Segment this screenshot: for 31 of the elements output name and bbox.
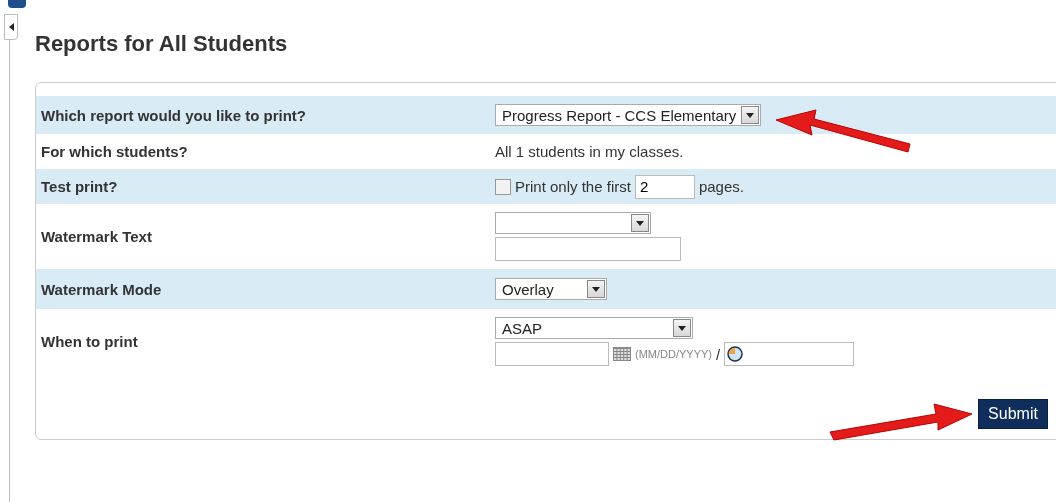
dropdown[interactable]: Overlay: [495, 278, 607, 300]
caret-icon: [678, 325, 686, 331]
watermark-input[interactable]: [495, 237, 681, 261]
tab-marker: [8, 0, 26, 8]
pages-label: pages.: [698, 178, 744, 195]
collapse-icon: [8, 23, 14, 31]
caret-icon: [746, 112, 754, 118]
dropdown[interactable]: Progress Report - CCS Elementary: [495, 104, 761, 126]
field-label: When to print: [40, 333, 139, 350]
field-label: For which students?: [40, 143, 189, 160]
student-scope-text: All 1 students in my classes.: [495, 143, 685, 160]
field-label: Test print?: [40, 178, 119, 195]
clock-icon: [727, 346, 744, 362]
field-label: Watermark Mode: [40, 280, 163, 298]
dropdown[interactable]: [495, 212, 651, 234]
date-format-hint: (MM/DD/YYYY): [635, 348, 712, 360]
field-label: Which report would you like to print?: [40, 106, 307, 124]
calendar-icon[interactable]: [613, 347, 631, 361]
pages-input[interactable]: 2: [634, 174, 695, 199]
separator: /: [716, 345, 721, 363]
time-input[interactable]: [724, 342, 855, 366]
date-input[interactable]: [495, 342, 609, 366]
field-label: Watermark Text: [40, 228, 153, 245]
submit-button[interactable]: Submit: [978, 399, 1048, 429]
caret-icon: [592, 286, 600, 292]
dropdown[interactable]: ASAP: [495, 317, 693, 339]
collapse-tab[interactable]: [4, 14, 18, 40]
page-title: Reports for All Students: [35, 31, 289, 57]
checkbox[interactable]: [495, 178, 511, 195]
checkbox-label: Print only the first: [515, 178, 631, 195]
caret-icon: [636, 220, 644, 226]
